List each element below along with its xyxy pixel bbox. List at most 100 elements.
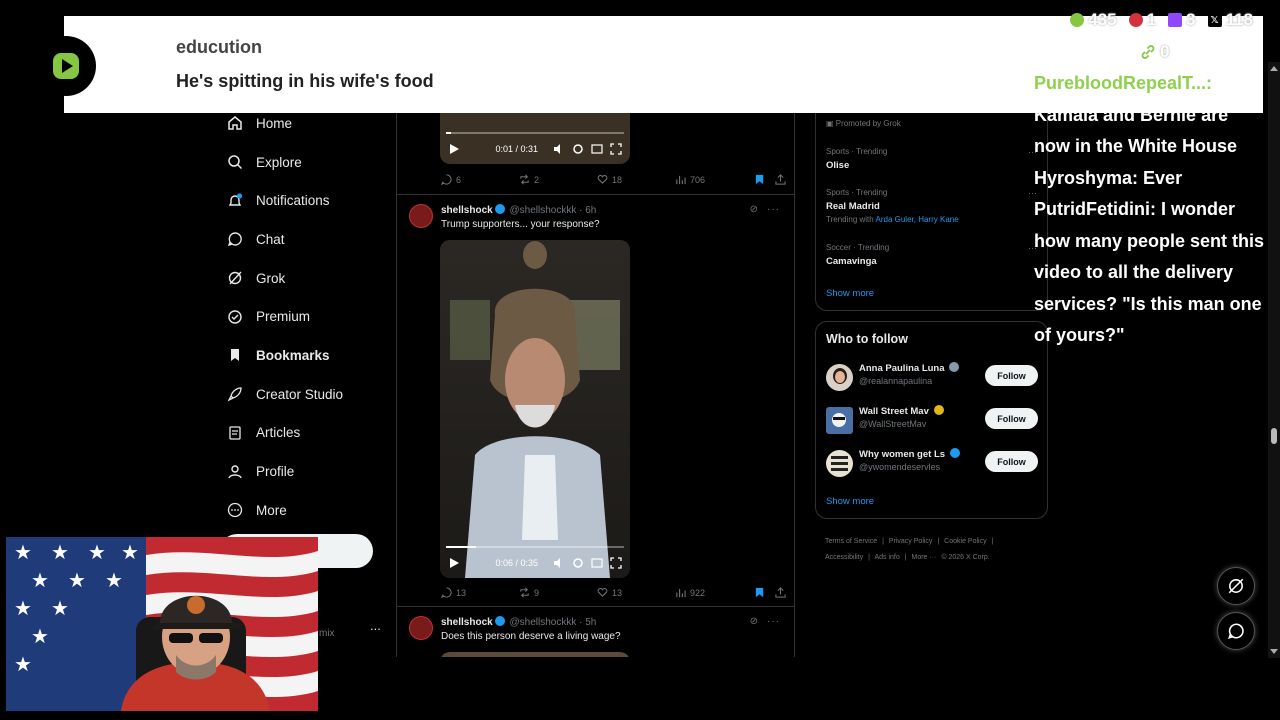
tweet-2-avatar[interactable]	[409, 616, 433, 640]
follow-suggestion[interactable]: Wall Street Mav @WallStreetMav Follow	[826, 405, 1038, 435]
nav-item-explore[interactable]: Explore	[222, 143, 392, 182]
grok-explain-icon[interactable]: ⊘	[750, 616, 759, 627]
x-count: 118	[1225, 10, 1253, 29]
suggestion-handle: @realannapaulina	[859, 376, 933, 386]
footer-link[interactable]: More ···	[912, 554, 937, 561]
nav-item-premium[interactable]: Premium	[222, 297, 392, 336]
footer-link[interactable]: Terms of Service	[825, 538, 877, 545]
nav-item-grok[interactable]: Grok	[222, 259, 392, 298]
more-circle-icon	[226, 501, 244, 519]
share-icon[interactable]	[775, 174, 786, 185]
grok-explain-icon[interactable]: ⊘	[750, 204, 759, 215]
trends-show-more[interactable]: Show more	[826, 288, 874, 299]
tweet-2-author[interactable]: shellshock	[441, 617, 493, 628]
footer-link[interactable]: Cookie Policy	[944, 538, 986, 545]
tweet-divider	[397, 194, 794, 195]
bookmark-filled-icon[interactable]	[754, 587, 765, 598]
premium-icon	[226, 308, 244, 326]
avatar[interactable]	[826, 407, 853, 434]
like-button[interactable]: 13	[597, 587, 675, 598]
footer-copyright: © 2026 X Corp.	[941, 554, 990, 561]
tweet-1-handle[interactable]: @shellshockkk	[509, 205, 576, 216]
tweet-2-meta: shellshock @shellshockkk · 5h	[441, 616, 597, 628]
verified-badge-icon	[494, 616, 505, 626]
top-video[interactable]: 0:01 / 0:31	[440, 104, 630, 164]
follow-button[interactable]: Follow	[985, 451, 1038, 472]
messages-float-button[interactable]	[1217, 612, 1255, 650]
nav-item-bookmarks[interactable]: Bookmarks	[222, 336, 392, 375]
alert-username: educution	[176, 37, 262, 57]
tweet-1-avatar[interactable]	[409, 204, 433, 228]
home-icon	[226, 114, 244, 132]
verified-badge-icon	[494, 204, 505, 214]
views-button[interactable]: 706	[675, 174, 753, 185]
tweet-1-age[interactable]: 6h	[585, 205, 596, 216]
nav-item-notifications[interactable]: Notifications	[222, 181, 392, 220]
trend-with-names[interactable]: Arda Guler, Harry Kane	[876, 215, 959, 224]
nav-item-profile[interactable]: Profile	[222, 452, 392, 491]
suggestion-name-text: Anna Paulina Luna	[859, 363, 945, 374]
tweet-2-options[interactable]: ⊘ ···	[750, 616, 780, 627]
follow-suggestion[interactable]: Anna Paulina Luna @realannapaulina Follo…	[826, 362, 1038, 392]
tweet-2-media[interactable]	[440, 652, 630, 657]
who-to-follow-show-more[interactable]: Show more	[826, 496, 874, 507]
nav-item-more[interactable]: More	[222, 491, 392, 530]
share-icon[interactable]	[775, 587, 786, 598]
tweet-2-text: Does this person deserve a living wage?	[441, 631, 621, 642]
chat-message: Hyroshyma: Ever	[1034, 163, 1268, 195]
volume-icon[interactable]	[553, 557, 565, 569]
rumble-logo	[36, 36, 96, 96]
reply-icon	[441, 587, 452, 598]
more-dots-icon[interactable]: ···	[767, 204, 780, 215]
twitch-count: 3	[1186, 10, 1196, 29]
avatar[interactable]	[826, 364, 853, 391]
link-stat: 0	[1140, 42, 1169, 62]
pip-icon[interactable]	[591, 143, 603, 155]
like-button[interactable]: 18	[597, 174, 675, 185]
x-viewers: 𝕏 118	[1207, 10, 1253, 30]
tweet-1-options[interactable]: ⊘ ···	[750, 204, 780, 215]
footer-link[interactable]: Privacy Policy	[889, 538, 933, 545]
grok-float-button[interactable]	[1217, 567, 1255, 605]
follow-suggestion[interactable]: Why women get Ls @ywomendeservles Follow	[826, 448, 1038, 478]
tweet-2-handle[interactable]: @shellshockkk	[509, 617, 576, 628]
repost-button[interactable]: 2	[519, 174, 597, 185]
play-icon[interactable]	[448, 143, 460, 155]
scroll-down-arrow[interactable]	[1270, 649, 1278, 654]
footer-separator: |	[991, 538, 994, 545]
repost-button[interactable]: 9	[519, 587, 597, 598]
scroll-up-arrow[interactable]	[1270, 66, 1278, 71]
volume-icon[interactable]	[553, 143, 565, 155]
reply-button[interactable]: 6	[441, 174, 519, 185]
scrollbar-thumb[interactable]	[1271, 428, 1277, 444]
nav-item-chat[interactable]: Chat	[222, 220, 392, 259]
account-more-button[interactable]: ...	[370, 618, 381, 633]
settings-icon[interactable]	[572, 143, 584, 155]
avatar[interactable]	[826, 450, 853, 477]
more-dots-icon[interactable]: ···	[767, 616, 780, 627]
footer-link[interactable]: Accessibility	[825, 554, 863, 561]
tweet-2-age[interactable]: 5h	[585, 617, 596, 628]
chat-text: Hyroshyma: Ever	[1034, 167, 1183, 188]
footer-link[interactable]: Ads info	[874, 554, 899, 561]
fullscreen-icon[interactable]	[610, 143, 622, 155]
follow-button[interactable]: Follow	[985, 408, 1038, 429]
reply-button[interactable]: 13	[441, 587, 519, 598]
follow-button[interactable]: Follow	[985, 365, 1038, 386]
trend-item[interactable]: Soccer · Trending Camavinga	[826, 243, 889, 267]
play-icon[interactable]	[448, 557, 460, 569]
trend-item[interactable]: Sports · Trending Olise	[826, 147, 887, 171]
nav-item-creator-studio[interactable]: Creator Studio	[222, 375, 392, 414]
fullscreen-icon[interactable]	[610, 557, 622, 569]
trend-item[interactable]: Sports · Trending Real Madrid Trending w…	[826, 188, 959, 224]
bookmark-filled-icon[interactable]	[754, 174, 765, 185]
pip-icon[interactable]	[591, 557, 603, 569]
views-button[interactable]: 922	[675, 587, 753, 598]
chat-bubble-icon	[226, 230, 244, 248]
nav-item-articles[interactable]: Articles	[222, 414, 392, 453]
tweet-1-author[interactable]: shellshock	[441, 205, 493, 216]
settings-icon[interactable]	[572, 557, 584, 569]
tweet-1-video[interactable]: 0:06 / 0:35	[440, 240, 630, 578]
suggestion-name: Anna Paulina Luna	[859, 362, 961, 374]
page-scrollbar[interactable]	[1268, 62, 1280, 658]
